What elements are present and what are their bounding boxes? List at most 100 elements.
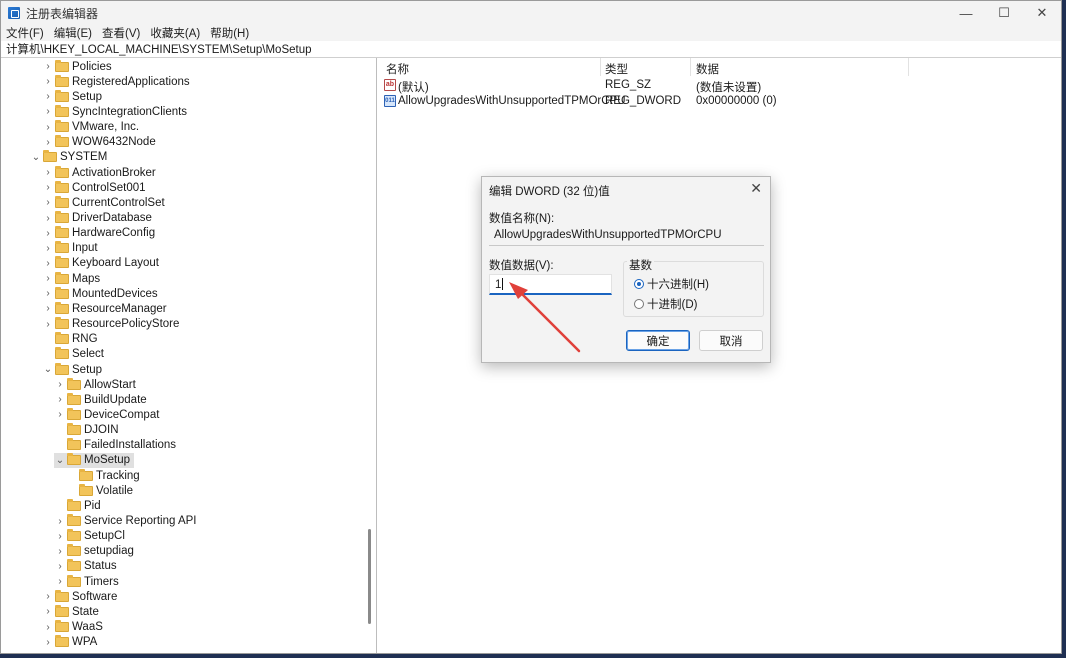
chevron-right-icon[interactable]: ›	[42, 213, 54, 224]
chevron-right-icon[interactable]: ›	[42, 61, 54, 72]
tree-item[interactable]: › HardwareConfig	[42, 226, 155, 241]
folder-icon	[55, 620, 69, 633]
tree-item[interactable]: › ResourcePolicyStore	[42, 317, 179, 332]
column-header-type[interactable]: 类型	[605, 61, 628, 77]
menu-edit[interactable]: 编辑(E)	[54, 25, 92, 41]
tree-item[interactable]: FailedInstallations	[54, 438, 176, 453]
address-bar[interactable]: 计算机\HKEY_LOCAL_MACHINE\SYSTEM\Setup\MoSe…	[1, 41, 1061, 58]
tree-item[interactable]: › VMware, Inc.	[42, 120, 139, 135]
dialog-close-icon[interactable]: ✕	[750, 180, 762, 197]
tree-item[interactable]: RNG	[42, 332, 98, 347]
tree-item[interactable]: › Input	[42, 241, 98, 256]
tree-item[interactable]: › Service Reporting API	[54, 514, 197, 529]
chevron-right-icon[interactable]: ›	[42, 182, 54, 193]
menu-favorites[interactable]: 收藏夹(A)	[150, 25, 200, 41]
chevron-right-icon[interactable]: ›	[42, 167, 54, 178]
tree-item[interactable]: › MountedDevices	[42, 286, 158, 301]
tree-item[interactable]: › Policies	[42, 59, 112, 74]
tree-item[interactable]: › Timers	[54, 574, 119, 589]
tree-item[interactable]: ⌄ MoSetup	[54, 452, 135, 468]
folder-icon	[67, 377, 81, 390]
chevron-down-icon[interactable]: ⌄	[30, 152, 42, 163]
chevron-right-icon[interactable]: ›	[42, 228, 54, 239]
tree-item[interactable]: › WPA	[42, 635, 97, 650]
chevron-right-icon[interactable]: ›	[42, 606, 54, 617]
tree-item[interactable]: › SetupCl	[54, 529, 125, 544]
chevron-right-icon[interactable]: ›	[54, 546, 66, 557]
tree-item[interactable]: › RegisteredApplications	[42, 74, 190, 89]
menu-file[interactable]: 文件(F)	[6, 25, 44, 41]
tree-item[interactable]: › WOW6432Node	[42, 135, 156, 150]
chevron-right-icon[interactable]: ›	[42, 622, 54, 633]
tree-item[interactable]: › ResourceManager	[42, 301, 167, 316]
hex-radio[interactable]: 十六进制(H)	[634, 276, 709, 292]
chevron-right-icon[interactable]: ›	[42, 637, 54, 648]
ok-button[interactable]: 确定	[626, 330, 690, 351]
chevron-right-icon[interactable]: ›	[42, 273, 54, 284]
list-row[interactable]: 011 AllowUpgradesWithUnsupportedTPMOrCPU…	[380, 94, 980, 110]
maximize-button[interactable]: ☐	[985, 1, 1023, 25]
tree-item[interactable]: › CurrentControlSet	[42, 195, 165, 210]
chevron-right-icon[interactable]: ›	[42, 258, 54, 269]
chevron-right-icon[interactable]: ›	[42, 243, 54, 254]
column-header-data[interactable]: 数据	[696, 61, 719, 77]
decimal-radio[interactable]: 十进制(D)	[634, 296, 697, 312]
chevron-right-icon[interactable]: ›	[42, 76, 54, 87]
tree-item[interactable]: › Setup	[42, 89, 102, 104]
tree-item[interactable]: › Status	[54, 559, 117, 574]
chevron-right-icon[interactable]: ›	[42, 91, 54, 102]
column-header-name[interactable]: 名称	[386, 61, 409, 77]
chevron-right-icon[interactable]: ›	[54, 516, 66, 527]
tree-item[interactable]: Volatile	[66, 483, 133, 498]
chevron-right-icon[interactable]: ›	[42, 106, 54, 117]
chevron-right-icon[interactable]: ›	[42, 197, 54, 208]
tree-item[interactable]: › BuildUpdate	[54, 392, 147, 407]
tree-item[interactable]: Select	[42, 347, 104, 362]
radio-selected-icon[interactable]	[634, 279, 644, 289]
radio-unselected-icon[interactable]	[634, 299, 644, 309]
tree-scrollbar[interactable]	[368, 529, 371, 624]
tree-item[interactable]: › Software	[42, 589, 117, 604]
tree-item[interactable]: › DriverDatabase	[42, 211, 152, 226]
tree-item[interactable]: › Keyboard Layout	[42, 256, 159, 271]
menu-help[interactable]: 帮助(H)	[210, 25, 249, 41]
chevron-right-icon[interactable]: ›	[54, 394, 66, 405]
chevron-right-icon[interactable]: ›	[42, 591, 54, 602]
tree-item[interactable]: › DeviceCompat	[54, 407, 159, 422]
cancel-button[interactable]: 取消	[699, 330, 763, 351]
chevron-right-icon[interactable]: ›	[54, 576, 66, 587]
chevron-right-icon[interactable]: ›	[54, 409, 66, 420]
close-button[interactable]: ✕	[1023, 1, 1061, 25]
key-tree-pane[interactable]: › Policies › RegisteredApplications › Setup › S…	[1, 58, 377, 653]
tree-item[interactable]: DJOIN	[54, 423, 119, 438]
menu-view[interactable]: 查看(V)	[102, 25, 140, 41]
tree-item[interactable]: › SyncIntegrationClients	[42, 104, 187, 119]
tree-item[interactable]: › State	[42, 604, 99, 619]
list-row[interactable]: ab (默认) REG_SZ (数值未设置)	[380, 78, 980, 94]
tree-item[interactable]: Tracking	[66, 468, 140, 483]
chevron-right-icon[interactable]: ›	[42, 288, 54, 299]
tree-item[interactable]: › Maps	[42, 271, 100, 286]
tree-item[interactable]: ⌄ SYSTEM	[30, 150, 107, 165]
chevron-right-icon[interactable]: ›	[54, 561, 66, 572]
chevron-right-icon[interactable]: ›	[42, 122, 54, 133]
value-data-input[interactable]: 1	[489, 274, 612, 295]
list-header: 名称 类型 数据	[380, 58, 910, 76]
tree-item[interactable]: › WaaS	[42, 620, 103, 635]
chevron-right-icon[interactable]: ›	[42, 303, 54, 314]
minimize-button[interactable]: —	[947, 1, 985, 25]
tree-item[interactable]: › ActivationBroker	[42, 165, 156, 180]
chevron-right-icon[interactable]: ›	[42, 319, 54, 330]
tree-item[interactable]: › ControlSet001	[42, 180, 146, 195]
chevron-right-icon[interactable]: ›	[42, 137, 54, 148]
tree-item[interactable]: › setupdiag	[54, 544, 134, 559]
tree-item[interactable]: Pid	[54, 498, 101, 513]
chevron-right-icon[interactable]: ›	[54, 379, 66, 390]
chevron-right-icon[interactable]: ›	[54, 531, 66, 542]
tree-item-label: Select	[72, 348, 104, 361]
chevron-down-icon[interactable]: ⌄	[54, 455, 66, 466]
tree-item[interactable]: ⌄ Setup	[42, 362, 102, 377]
tree-item[interactable]: › AllowStart	[54, 377, 136, 392]
address-path[interactable]: 计算机\HKEY_LOCAL_MACHINE\SYSTEM\Setup\MoSe…	[6, 41, 312, 57]
chevron-down-icon[interactable]: ⌄	[42, 364, 54, 375]
